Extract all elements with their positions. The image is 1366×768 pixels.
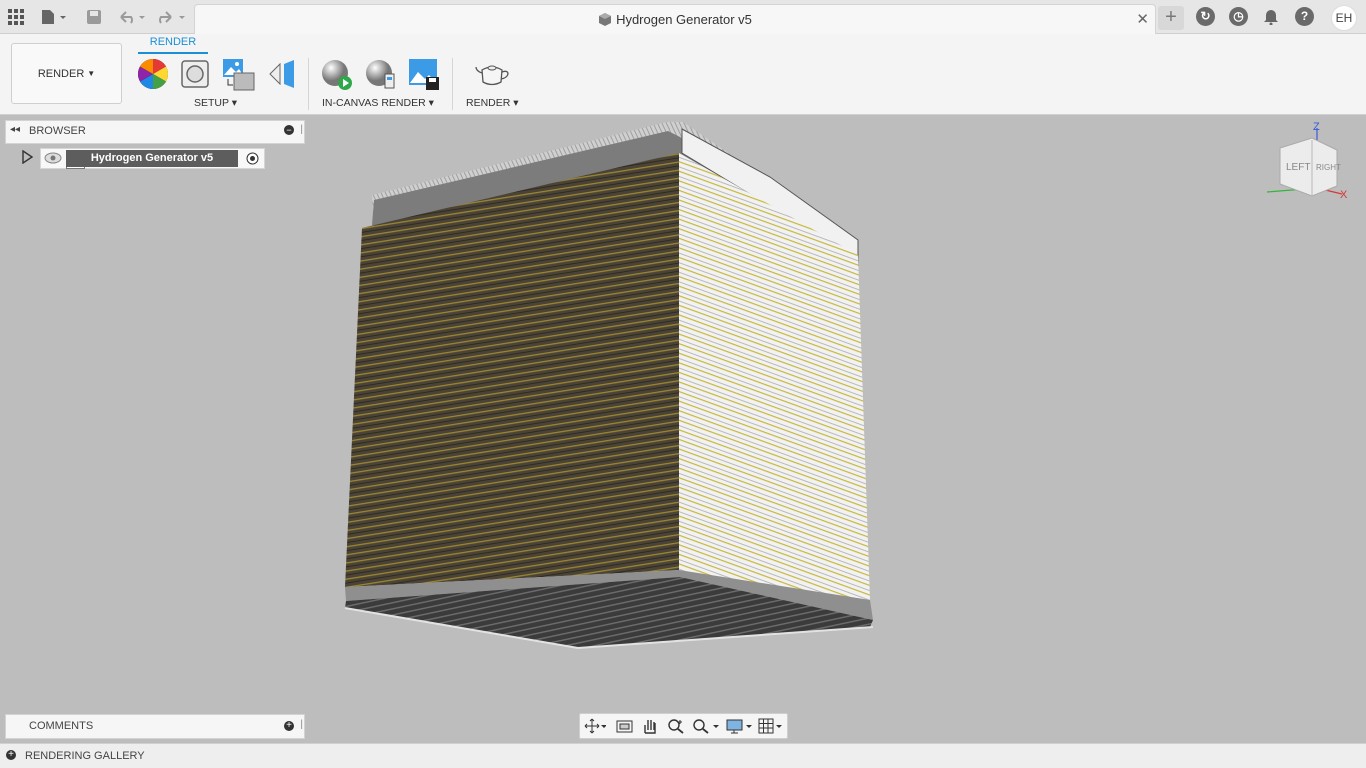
add-comment-icon[interactable]: + — [284, 721, 294, 731]
cube-icon — [599, 13, 612, 26]
collapse-browser-icon[interactable]: − — [284, 125, 294, 135]
root-node-name: Hydrogen Generator v5 — [66, 150, 238, 167]
grid-snap-icon[interactable] — [758, 718, 788, 734]
decal-icon[interactable] — [268, 58, 300, 90]
document-title: Hydrogen Generator v5 — [616, 12, 752, 27]
expand-node-icon[interactable] — [20, 149, 34, 165]
redo-icon[interactable] — [156, 6, 188, 28]
expand-gallery-icon[interactable]: + — [6, 750, 16, 760]
comments-label: COMMENTS — [29, 720, 94, 732]
view-cube[interactable]: LEFT RIGHT Z X — [1262, 118, 1352, 203]
in-canvas-group-label[interactable]: IN-CANVAS RENDER ▾ — [322, 97, 434, 109]
ribbon-toolbar: RENDER ▼ RENDER SETUP ▾ IN-CANVAS RENDER … — [0, 34, 1366, 115]
browser-panel-header[interactable]: ◂◂ BROWSER − | — [5, 120, 305, 144]
visibility-eye-icon[interactable] — [44, 151, 62, 170]
collapse-panel-icon[interactable]: ◂◂ — [10, 124, 20, 135]
help-icon[interactable]: ? — [1295, 7, 1314, 26]
browser-label: BROWSER — [29, 125, 86, 137]
workspace-switcher-button[interactable]: RENDER ▼ — [11, 43, 122, 104]
app-grid-icon[interactable] — [5, 6, 27, 28]
navigation-toolbar — [579, 713, 788, 739]
axis-z-label: Z — [1313, 121, 1320, 133]
in-canvas-settings-icon[interactable] — [364, 58, 396, 90]
activate-radio-icon[interactable] — [246, 152, 259, 170]
model-canvas[interactable] — [0, 115, 1366, 743]
orbit-icon[interactable] — [584, 718, 607, 734]
document-title-wrap: Hydrogen Generator v5 — [195, 12, 1155, 27]
render-label-text: RENDER — [466, 97, 511, 109]
axis-x-label: X — [1340, 189, 1348, 201]
viewcube-right-label: RIGHT — [1316, 163, 1341, 172]
browser-root-node[interactable]: Hydrogen Generator v5 — [40, 148, 265, 169]
workspace-label: RENDER — [37, 67, 85, 80]
render-group-label[interactable]: RENDER ▾ — [466, 97, 519, 109]
dropdown-arrow-icon: ▼ — [87, 69, 96, 78]
undo-icon[interactable] — [116, 6, 148, 28]
setup-label-text: SETUP — [194, 97, 229, 109]
file-menu-icon[interactable] — [38, 6, 70, 28]
notifications-bell-icon[interactable] — [1260, 6, 1282, 28]
panel-pin-icon[interactable]: | — [300, 719, 303, 730]
in-canvas-render-play-icon[interactable] — [320, 58, 352, 90]
look-at-icon[interactable] — [616, 718, 634, 734]
job-status-icon[interactable]: ◷ — [1229, 7, 1248, 26]
comments-panel-header[interactable]: COMMENTS + | — [5, 714, 305, 739]
tab-render[interactable]: RENDER — [138, 36, 208, 48]
pan-hand-icon[interactable] — [641, 718, 659, 734]
in-canvas-label-text: IN-CANVAS RENDER — [322, 97, 426, 109]
save-icon[interactable] — [83, 6, 105, 28]
capture-image-icon[interactable] — [408, 58, 440, 90]
model-side-face — [679, 153, 870, 600]
rendering-gallery-bar[interactable]: + RENDERING GALLERY — [0, 743, 1366, 768]
setup-group-label[interactable]: SETUP ▾ — [194, 97, 237, 109]
toolbar-divider — [452, 58, 453, 110]
fit-zoom-window-icon[interactable] — [692, 718, 722, 734]
title-bar: Hydrogen Generator v5 ✕ + ↻ ◷ ? EH — [0, 0, 1366, 34]
scene-settings-icon[interactable] — [180, 58, 212, 90]
texture-map-icon[interactable] — [222, 58, 255, 91]
viewcube-left-label: LEFT — [1286, 162, 1310, 173]
toolbar-divider — [308, 58, 309, 110]
display-settings-icon[interactable] — [726, 718, 756, 734]
close-tab-icon[interactable]: ✕ — [1136, 10, 1149, 28]
zoom-icon[interactable] — [667, 718, 685, 734]
appearance-color-wheel-icon[interactable] — [137, 58, 169, 90]
active-tab-indicator — [138, 52, 208, 54]
teapot-render-icon[interactable] — [474, 58, 510, 90]
panel-pin-icon[interactable]: | — [300, 124, 303, 135]
document-tab[interactable]: Hydrogen Generator v5 ✕ — [194, 4, 1156, 34]
new-tab-icon[interactable]: + — [1158, 6, 1184, 30]
user-avatar[interactable]: EH — [1331, 5, 1357, 31]
rendering-gallery-label: RENDERING GALLERY — [25, 750, 145, 762]
sync-icon[interactable]: ↻ — [1196, 7, 1215, 26]
